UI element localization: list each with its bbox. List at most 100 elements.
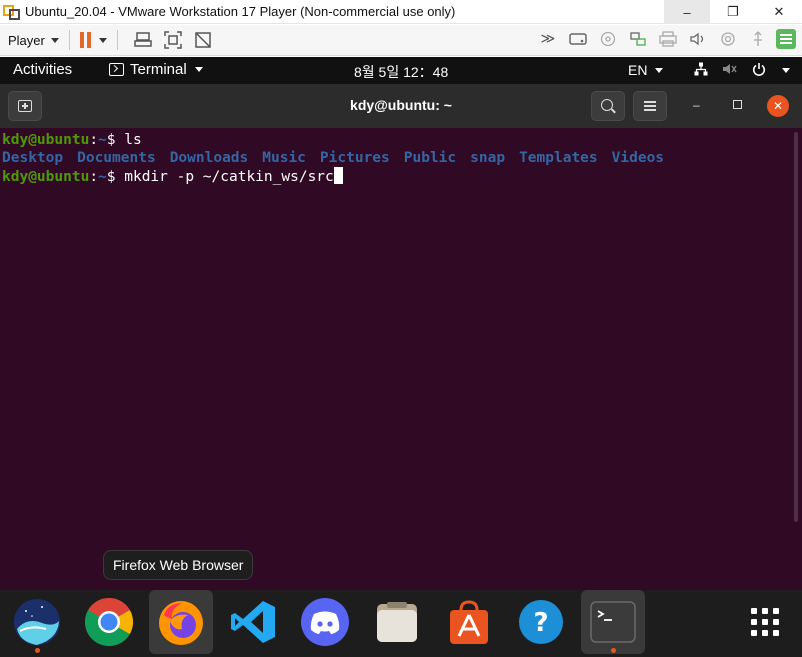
printer-icon[interactable] [658,29,678,49]
usb-device-icon[interactable] [748,29,768,49]
ls-entry: Desktop [2,150,64,166]
double-chevron-right-icon[interactable]: ≫ [538,29,558,49]
dock-item-terminal[interactable] [581,590,645,654]
terminal-maximize-button[interactable] [733,98,742,112]
hard-disk-icon[interactable] [568,29,588,49]
activities-button[interactable]: Activities [13,61,72,78]
help-icon: ? [519,600,563,644]
dock-item-vscode[interactable] [221,590,285,654]
show-applications-button[interactable] [733,590,797,654]
system-menu[interactable] [694,62,790,79]
ls-entry: Downloads [169,150,249,166]
vmware-toolbar: Player ≫ [0,25,802,56]
ubuntu-top-bar: Activities Terminal 8월 5일 12：48 EN [0,57,802,84]
terminal-header-bar: kdy@ubuntu: ~ ‒ ✕ [0,84,802,128]
chrome-icon [84,597,134,647]
whale-browser-icon [14,599,60,645]
power-icon [752,62,766,79]
ls-entry: Documents [77,150,156,166]
terminal-line: kdy@ubuntu:~$ ls [2,131,802,149]
prompt-separator: : [89,132,99,148]
hamburger-icon [644,105,656,107]
terminal-close-button[interactable]: ✕ [767,95,789,117]
dock-item-firefox[interactable] [149,590,213,654]
network-adapter-icon[interactable] [628,29,648,49]
prompt-user: kdy@ubuntu [2,132,90,148]
network-icon [694,62,708,79]
app-menu[interactable]: Terminal [109,61,203,78]
app-menu-label: Terminal [130,61,187,78]
menu-button[interactable] [633,91,667,121]
terminal-icon [109,63,124,76]
terminal-minimize-button[interactable]: ‒ [693,98,700,112]
software-center-icon [450,600,488,644]
ls-entry: Templates [519,150,598,166]
dock-tooltip: Firefox Web Browser [103,550,254,580]
toolbar-divider [68,30,70,50]
svg-text:?: ? [533,608,548,638]
chevron-down-icon[interactable] [98,37,107,43]
window-title: Ubuntu_20.04 - VMware Workstation 17 Pla… [25,4,456,19]
player-menu[interactable]: Player [8,33,59,48]
window-controls: – ❐ ✕ [664,0,802,24]
input-language-menu[interactable]: EN [628,62,664,78]
chevron-down-icon [782,68,790,73]
terminal-line: kdy@ubuntu:~$ mkdir -p ~/catkin_ws/src [2,167,802,185]
ls-entry: Public [403,150,457,166]
text-cursor [333,167,343,184]
dock-item-discord[interactable] [293,590,357,654]
command-text: $ ls [106,132,142,148]
dock: ? [0,590,802,657]
terminal-window: kdy@ubuntu: ~ ‒ ✕ kdy@ubuntu:~$ ls Deskt… [0,84,802,590]
vscode-icon [231,601,275,643]
prompt-separator: : [89,169,99,185]
chevron-down-icon [655,67,664,73]
fullscreen-icon[interactable] [163,30,183,50]
ls-entry: Videos [611,150,665,166]
message-log-icon[interactable] [776,29,796,49]
ls-entry: Music [262,150,306,166]
ls-entry: Pictures [319,150,390,166]
search-icon [601,99,613,111]
toolbar-divider [116,30,118,50]
terminal-output[interactable]: kdy@ubuntu:~$ ls Desktop Documents Downloa… [0,128,802,590]
running-indicator [610,648,616,653]
volume-muted-icon [722,62,738,79]
vmware-titlebar: Ubuntu_20.04 - VMware Workstation 17 Pla… [0,0,802,24]
send-ctrl-alt-del-icon[interactable] [133,30,153,50]
firefox-icon [159,601,203,645]
dock-item-help[interactable]: ? [509,590,573,654]
terminal-line: Desktop Documents Downloads Music Pictures Pu… [2,149,802,167]
terminal-app-icon [590,601,636,643]
discord-icon [301,598,349,646]
input-language-label: EN [628,62,648,78]
chevron-down-icon [194,67,203,72]
minimize-button[interactable]: – [664,0,710,24]
dock-item-whale[interactable] [5,590,69,654]
prompt-path: ~ [98,132,107,148]
dock-item-ubuntu-software[interactable] [437,590,501,654]
running-indicator [34,648,40,653]
files-icon [377,602,417,642]
prompt-path: ~ [98,169,107,185]
pause-icon[interactable] [79,32,91,48]
player-menu-label: Player [8,32,45,48]
camera-icon[interactable] [718,29,738,49]
maximize-button[interactable]: ❐ [710,0,756,24]
dock-item-chrome[interactable] [77,590,141,654]
cd-dvd-icon[interactable] [598,29,618,49]
search-button[interactable] [591,91,625,121]
unity-mode-icon[interactable] [193,30,213,50]
clock[interactable]: 8월 5일 12：48 [354,62,448,82]
terminal-title: kdy@ubuntu: ~ [350,97,452,113]
ls-entry: snap [470,150,506,166]
close-button[interactable]: ✕ [756,0,802,24]
vmware-logo-icon [3,3,21,21]
sound-card-icon[interactable] [688,29,708,49]
chevron-down-icon [50,37,59,43]
terminal-scrollbar[interactable] [794,132,798,522]
command-text: $ mkdir -p ~/catkin_ws/src [106,169,334,185]
toolbar-device-icons: ≫ [536,29,796,49]
dock-item-files[interactable] [365,590,429,654]
app-grid-icon [751,608,779,636]
